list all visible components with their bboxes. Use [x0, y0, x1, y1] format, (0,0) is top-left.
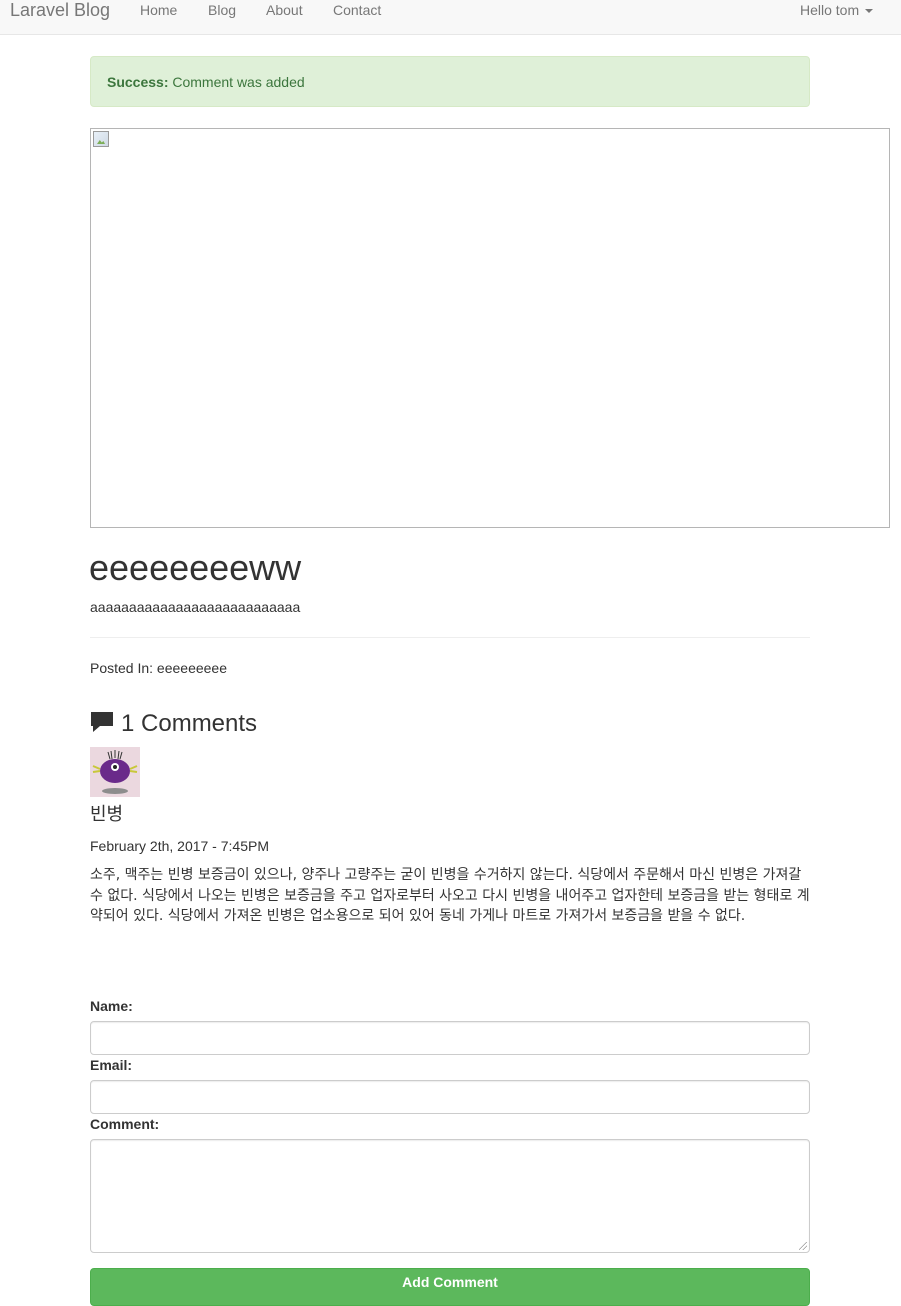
broken-image-icon	[93, 131, 109, 147]
post-title: eeeeeeeeww	[89, 547, 302, 588]
posted-in-category: Posted In: eeeeeeeee	[90, 660, 228, 676]
divider	[90, 637, 810, 638]
comment-label: Comment:	[90, 1116, 160, 1132]
success-alert: Success: Comment was added	[90, 56, 810, 107]
name-label: Name:	[90, 998, 133, 1014]
nav-about-link[interactable]: About	[266, 2, 303, 18]
comment-textarea[interactable]	[90, 1139, 810, 1253]
nav-home-link[interactable]: Home	[140, 2, 177, 18]
alert-message: Comment was added	[172, 74, 305, 90]
alert-title: Success:	[107, 74, 169, 90]
user-menu-label: Hello tom	[800, 2, 860, 18]
email-label: Email:	[90, 1057, 133, 1073]
resize-grip-icon[interactable]	[799, 1242, 807, 1250]
navbar: Laravel Blog Home Blog About Contact Hel…	[0, 0, 901, 35]
caret-down-icon	[865, 9, 874, 14]
nav-contact-link[interactable]: Contact	[333, 2, 381, 18]
add-comment-button[interactable]: Add Comment	[90, 1268, 810, 1306]
comment-text: 소주, 맥주는 빈병 보증금이 있으나, 양주나 고량주는 굳이 빈병을 수거하…	[90, 867, 810, 924]
monster-avatar-icon	[92, 750, 138, 794]
nav-blog-link[interactable]: Blog	[208, 2, 236, 18]
comments-heading: 1 Comments	[121, 710, 258, 737]
comment-icon	[91, 712, 113, 732]
email-input[interactable]	[90, 1080, 810, 1114]
user-menu-dropdown[interactable]: Hello tom	[800, 2, 874, 18]
post-image	[90, 128, 890, 528]
comment-date: February 2th, 2017 - 7:45PM	[90, 838, 269, 854]
name-input[interactable]	[90, 1021, 810, 1055]
brand-link[interactable]: Laravel Blog	[10, 0, 110, 20]
post-body: aaaaaaaaaaaaaaaaaaaaaaaaaaa	[90, 599, 301, 615]
avatar	[90, 747, 140, 797]
comment-author: 빈병	[90, 804, 124, 824]
